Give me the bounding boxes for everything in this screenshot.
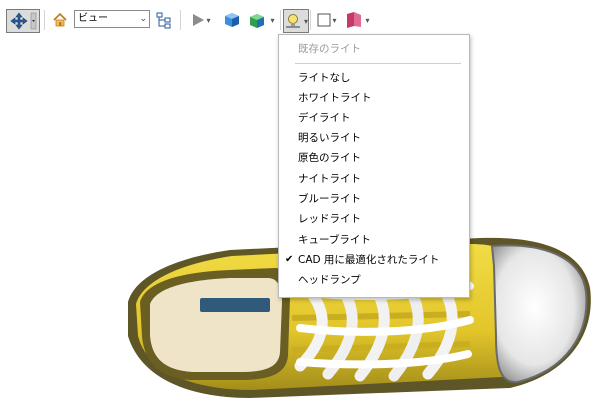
menu-item-day-light[interactable]: デイライト bbox=[279, 108, 469, 128]
menu-item-blue-light[interactable]: ブルーライト bbox=[279, 189, 469, 209]
insole bbox=[150, 278, 282, 372]
toolbar-separator bbox=[310, 10, 311, 30]
toolbar-separator bbox=[280, 10, 281, 30]
menu-item-primary-color-light[interactable]: 原色のライト bbox=[279, 148, 469, 168]
menu-item-label: レッドライト bbox=[298, 213, 361, 225]
menu-item-night-light[interactable]: ナイトライト bbox=[279, 169, 469, 189]
lighting-button[interactable]: ▾ bbox=[283, 9, 309, 33]
cross-section-icon bbox=[347, 12, 362, 28]
menu-item-label: 原色のライト bbox=[298, 152, 361, 164]
navigation-tool-button[interactable] bbox=[6, 9, 40, 33]
play-icon bbox=[193, 14, 205, 26]
menu-item-red-light[interactable]: レッドライト bbox=[279, 209, 469, 229]
menu-item-label: ブルーライト bbox=[298, 193, 361, 205]
insole-label bbox=[200, 298, 270, 312]
lighting-menu: 既存のライト ライトなし ホワイトライト デイライト 明るいライト 原色のライト… bbox=[278, 34, 470, 298]
menu-divider bbox=[295, 63, 461, 64]
menu-item-no-light[interactable]: ライトなし bbox=[279, 68, 469, 88]
menu-item-label: ナイトライト bbox=[298, 173, 361, 185]
menu-item-label: 明るいライト bbox=[298, 132, 361, 144]
menu-item-label: CAD 用に最適化されたライト bbox=[298, 254, 440, 266]
projection-button[interactable]: ▾ bbox=[246, 9, 276, 31]
menu-item-bright-light[interactable]: 明るいライト bbox=[279, 128, 469, 148]
toolbar-separator bbox=[180, 10, 181, 30]
projection-cube-icon bbox=[250, 14, 265, 28]
animation-button[interactable]: ▾ bbox=[188, 9, 214, 31]
home-icon bbox=[53, 12, 67, 27]
menu-item-white-light[interactable]: ホワイトライト bbox=[279, 88, 469, 108]
view-select-value: ビュー bbox=[78, 13, 108, 24]
menu-item-cad-optimized-light[interactable]: ✔ CAD 用に最適化されたライト bbox=[279, 250, 469, 270]
dropdown-arrow-icon: ▾ bbox=[332, 15, 337, 25]
lighting-icon bbox=[286, 14, 300, 28]
toolbar-separator bbox=[44, 10, 45, 30]
menu-item-label: ヘッドランプ bbox=[298, 274, 361, 286]
cross-section-button[interactable]: ▾ bbox=[342, 9, 372, 31]
view-cube-button[interactable] bbox=[222, 9, 242, 31]
chevron-down-icon: ⌄ bbox=[139, 14, 147, 24]
menu-item-label: ライトなし bbox=[298, 72, 351, 84]
model-tree-icon bbox=[156, 12, 171, 29]
cube-icon bbox=[225, 13, 239, 27]
dropdown-arrow-icon: ▾ bbox=[270, 15, 275, 25]
background-icon bbox=[317, 13, 331, 27]
navigation-icon bbox=[10, 12, 37, 30]
menu-item-label: デイライト bbox=[298, 112, 351, 124]
home-view-button[interactable] bbox=[50, 9, 70, 31]
menu-item-label: ホワイトライト bbox=[298, 92, 372, 104]
menu-item-headlamp[interactable]: ヘッドランプ bbox=[279, 270, 469, 290]
model-tree-button[interactable] bbox=[154, 9, 174, 31]
menu-header: 既存のライト bbox=[298, 43, 361, 55]
view-select[interactable]: ビュー ⌄ bbox=[74, 10, 150, 28]
menu-item-label: キューブライト bbox=[298, 234, 371, 246]
dropdown-arrow-icon: ▾ bbox=[365, 15, 370, 25]
dropdown-arrow-icon: ▾ bbox=[303, 16, 308, 26]
toe-cap bbox=[490, 244, 588, 384]
background-color-button[interactable]: ▾ bbox=[314, 9, 340, 31]
check-icon: ✔ bbox=[285, 254, 294, 265]
dropdown-arrow-icon: ▾ bbox=[206, 15, 211, 25]
menu-item-cube-light[interactable]: キューブライト bbox=[279, 230, 469, 250]
